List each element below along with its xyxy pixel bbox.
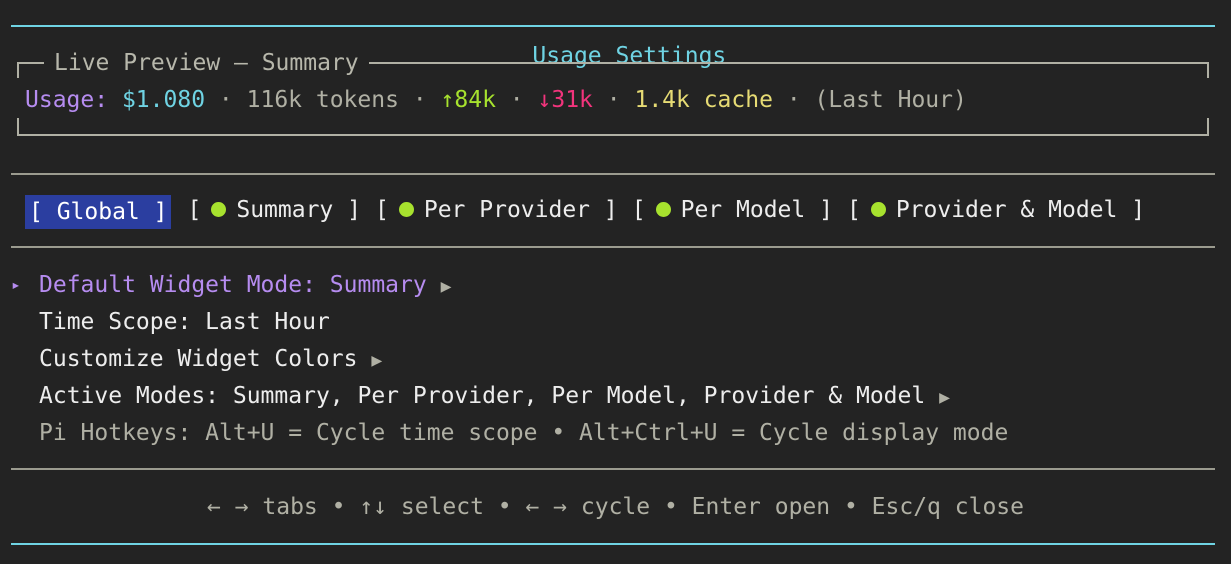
tab-bracket-close: ] — [1131, 197, 1146, 223]
usage-scope: (Last Hour) — [814, 87, 967, 113]
tab-label: Per Model — [680, 197, 806, 223]
tab-bracket-open: [ — [375, 197, 389, 223]
hotkeys-info: Pi Hotkeys: Alt+U = Cycle time scope • A… — [39, 418, 1008, 448]
setting-label: Time Scope: Last Hour — [39, 309, 330, 335]
setting-active-modes[interactable]: Active Modes: Summary, Per Provider, Per… — [39, 381, 950, 413]
tab-bracket-open: [ — [631, 197, 646, 223]
tab-global[interactable]: [ Global ] — [25, 195, 172, 229]
separator: · — [786, 87, 801, 113]
usage-cache: 1.4k cache — [634, 87, 773, 113]
selection-cursor-icon: ▸ — [11, 275, 21, 294]
bottom-rule — [11, 543, 1215, 545]
status-dot-icon — [655, 201, 671, 217]
preview-box-bottom — [17, 134, 1209, 136]
preview-box-right-top — [1207, 62, 1209, 78]
separator: · — [218, 87, 233, 113]
usage-line: Usage: $1.080 · 116k tokens · ↑84k · ↓31… — [25, 85, 967, 115]
chevron-right-icon: ▶ — [939, 387, 950, 408]
tab-label: Provider & Model — [895, 197, 1118, 223]
tab-per-model[interactable]: [ Per Model ] — [630, 195, 835, 229]
preview-box-left-top — [17, 62, 19, 78]
usage-up: ↑84k — [440, 87, 496, 113]
chevron-right-icon: ▶ — [371, 350, 383, 371]
setting-label: Customize Widget Colors — [39, 346, 358, 372]
tab-label: Summary — [236, 197, 334, 223]
usage-down: ↓31k — [537, 87, 593, 113]
tab-label: Per Provider — [423, 197, 591, 223]
setting-customize-widget-colors[interactable]: Customize Widget Colors ▶ — [39, 344, 382, 376]
tab-bracket-open: [ — [846, 197, 861, 223]
status-dot-icon — [211, 201, 227, 217]
tab-bracket-close: ] — [819, 197, 833, 223]
usage-cost: $1.080 — [121, 87, 206, 113]
chevron-right-icon: ▶ — [440, 276, 452, 297]
divider-bottom — [11, 468, 1215, 470]
divider-middle — [11, 246, 1215, 248]
keyboard-help: ← → tabs • ↑↓ select • ← → cycle • Enter… — [207, 494, 1024, 520]
tab-bracket-close: ] — [347, 197, 361, 223]
hotkeys-label: Pi Hotkeys: Alt+U = Cycle time scope • A… — [39, 420, 1009, 446]
separator: · — [412, 87, 427, 113]
preview-label: Live Preview – Summary — [44, 48, 369, 78]
divider-top — [11, 173, 1215, 175]
tab-bracket-open: [ — [187, 197, 202, 223]
tab-summary[interactable]: [ Summary ] — [185, 195, 363, 229]
status-dot-icon — [870, 201, 886, 217]
setting-time-scope[interactable]: Time Scope: Last Hour — [39, 307, 330, 337]
status-dot-icon — [398, 201, 414, 217]
tab-provider-and-model[interactable]: [ Provider & Model ] — [845, 195, 1147, 229]
tab-bracket-close: ] — [603, 197, 618, 223]
usage-tokens: 116k tokens — [246, 87, 399, 113]
separator: · — [606, 87, 621, 113]
setting-default-widget-mode[interactable]: Default Widget Mode: Summary ▶ — [39, 270, 451, 302]
setting-label: Active Modes: Summary, Per Provider, Per… — [39, 383, 926, 409]
setting-label: Default Widget Mode: Summary — [39, 272, 427, 298]
usage-label: Usage: — [25, 87, 109, 113]
tab-bar: [ Global ] [ Summary ] [ Per Provider ] [ P… — [25, 195, 1147, 229]
tab-per-provider[interactable]: [ Per Provider ] — [373, 195, 620, 229]
dialog-title: Usage Settings — [518, 43, 741, 69]
separator: · — [509, 87, 524, 113]
